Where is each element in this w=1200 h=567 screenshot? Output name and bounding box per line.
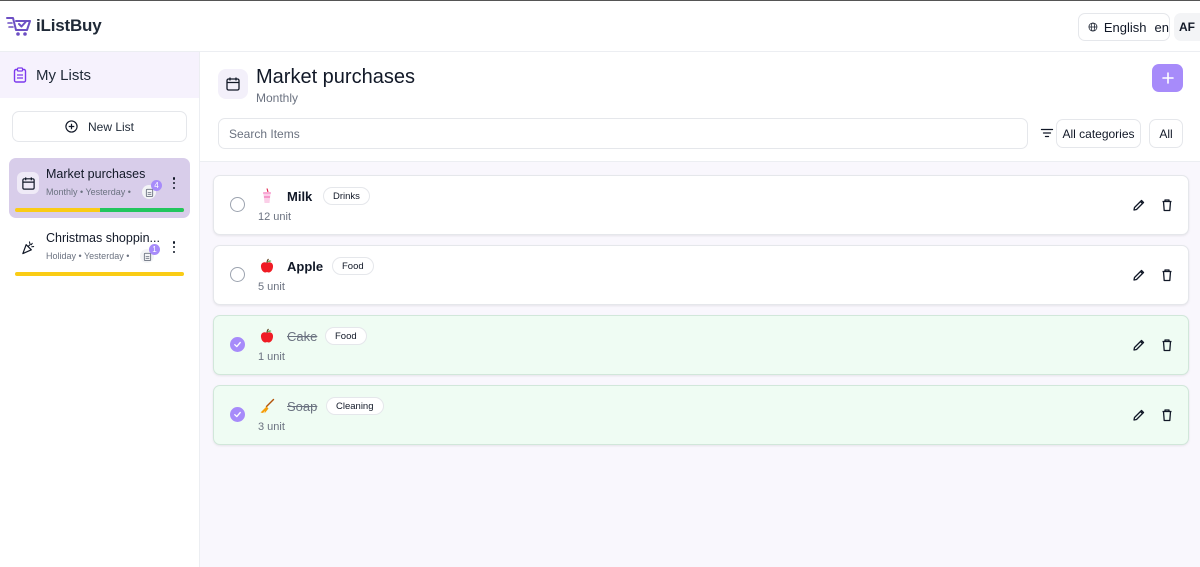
new-list-button[interactable]: New List <box>12 111 187 142</box>
filter-icon[interactable] <box>1040 126 1054 140</box>
trash-icon[interactable] <box>1160 408 1174 422</box>
item-category-tag: Cleaning <box>326 397 384 415</box>
list-item-count: 1 <box>140 244 160 263</box>
list-meta: Monthly • Yesterday • <box>46 187 131 197</box>
list-meta: Holiday • Yesterday • <box>46 251 130 261</box>
pencil-icon[interactable] <box>1132 268 1146 282</box>
user-avatar[interactable]: AF <box>1174 13 1200 41</box>
item-checkbox[interactable] <box>230 197 245 212</box>
page-subtitle: Monthly <box>256 91 299 105</box>
list-progress-fill <box>99 208 184 212</box>
broom-icon <box>260 398 275 414</box>
item-name: Apple <box>287 259 324 274</box>
main-content: Market purchases Monthly All categories … <box>200 52 1200 567</box>
item-quantity: 1 unit <box>258 351 285 363</box>
trash-icon[interactable] <box>1160 338 1174 352</box>
item-category-tag: Food <box>325 327 367 345</box>
plus-circle-icon <box>65 120 78 133</box>
category-filter-select[interactable]: All categories <box>1056 119 1141 148</box>
item-row-soap: Soap Cleaning 3 unit <box>213 385 1189 445</box>
item-checkbox[interactable] <box>230 337 245 352</box>
apple-icon <box>260 328 274 343</box>
page-title: Market purchases <box>256 66 415 88</box>
search-input[interactable] <box>218 118 1028 149</box>
pencil-icon[interactable] <box>1132 198 1146 212</box>
status-filter-select[interactable]: All <box>1149 119 1183 148</box>
item-quantity: 12 unit <box>258 211 292 223</box>
add-item-button[interactable] <box>1152 64 1183 92</box>
trash-icon[interactable] <box>1160 268 1174 282</box>
pencil-icon[interactable] <box>1132 408 1146 422</box>
list-menu-icon[interactable] <box>170 240 178 254</box>
plus-icon <box>1161 72 1174 84</box>
calendar-icon <box>17 172 39 194</box>
app-name: iListBuy <box>36 16 102 35</box>
item-list: Milk Drinks 12 unit Apple Food 5 unit Ca… <box>213 175 1189 455</box>
item-count-badge: 4 <box>151 180 162 191</box>
list-name: Market purchases <box>46 167 146 181</box>
new-list-label: New List <box>87 119 134 134</box>
item-row-apple: Apple Food 5 unit <box>213 245 1189 305</box>
item-category-tag: Food <box>332 257 374 275</box>
globe-icon <box>1088 22 1098 32</box>
list-menu-icon[interactable] <box>170 176 178 190</box>
item-name: Soap <box>287 399 318 414</box>
language-label: English <box>1103 19 1147 35</box>
check-icon <box>234 411 241 418</box>
item-count-badge: 1 <box>149 244 160 255</box>
list-name: Christmas shoppin... <box>46 231 160 245</box>
list-progress-bar <box>15 272 184 276</box>
item-row-milk: Milk Drinks 12 unit <box>213 175 1189 235</box>
item-quantity: 3 unit <box>258 421 285 433</box>
item-checkbox[interactable] <box>230 267 245 282</box>
item-name: Milk <box>287 189 313 204</box>
apple-icon <box>260 258 274 273</box>
sidebar-header: My Lists <box>0 52 199 98</box>
sidebar-list-christmas-shopping[interactable]: Christmas shoppin... Holiday • Yesterday… <box>9 222 190 282</box>
calendar-icon <box>218 69 248 99</box>
language-code: en <box>1154 19 1169 35</box>
sidebar-list-market-purchases[interactable]: Market purchases Monthly • Yesterday • 4 <box>9 158 190 218</box>
language-selector[interactable]: English en <box>1078 13 1170 41</box>
sidebar: My Lists New List Market purchases Month… <box>0 52 200 567</box>
item-row-cake: Cake Food 1 unit <box>213 315 1189 375</box>
party-popper-icon <box>17 236 39 258</box>
item-name: Cake <box>287 329 318 344</box>
list-header: Market purchases Monthly All categories … <box>200 52 1200 162</box>
trash-icon[interactable] <box>1160 198 1174 212</box>
clipboard-list-icon <box>13 67 27 83</box>
app-logo[interactable]: iListBuy <box>6 14 102 38</box>
top-bar: iListBuy English en AF <box>0 0 1200 52</box>
milk-cup-icon <box>263 188 271 203</box>
pencil-icon[interactable] <box>1132 338 1146 352</box>
item-checkbox[interactable] <box>230 407 245 422</box>
check-icon <box>234 341 241 348</box>
cart-logo-icon <box>6 17 31 36</box>
sidebar-title: My Lists <box>36 66 92 84</box>
item-quantity: 5 unit <box>258 281 285 293</box>
list-item-count: 4 <box>142 180 162 199</box>
list-progress-bar <box>15 208 184 212</box>
item-category-tag: Drinks <box>323 187 370 205</box>
